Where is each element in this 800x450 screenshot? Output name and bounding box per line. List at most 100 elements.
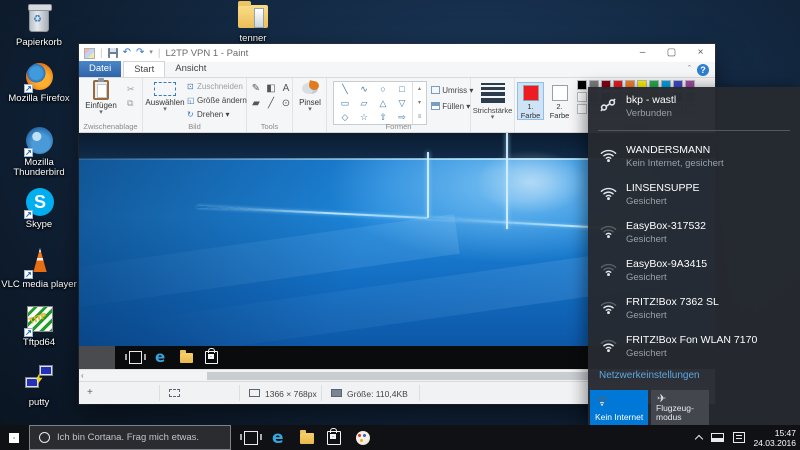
color-picker-icon[interactable]: ╱ (264, 97, 278, 111)
desktop-icon-tftpd64[interactable]: ↗ Tftpd64 (1, 304, 77, 348)
icon-label: Skype (1, 220, 77, 230)
cortana-search-input[interactable]: Ich bin Cortana. Frag mich etwas. (29, 425, 231, 450)
shape-tool-icon[interactable]: ∿ (355, 82, 373, 96)
task-view-icon (129, 351, 142, 364)
image-dimensions: 1366 × 768px (265, 389, 317, 399)
brushes-button[interactable]: Pinsel▾ (290, 80, 330, 113)
copy-icon[interactable]: ⧉ (127, 98, 133, 108)
icon-label: Mozilla Thunderbird (1, 158, 77, 178)
cursor-position-icon: + (87, 387, 93, 399)
hero-beam (197, 206, 427, 219)
taskbar-clock[interactable]: 15:47 24.03.2016 (753, 428, 796, 448)
edge-taskbar-button[interactable]: e (272, 431, 286, 445)
desktop-icon-skype[interactable]: S↗ Skype (1, 186, 77, 230)
putty-icon (39, 365, 53, 376)
wifi-network-item[interactable]: FRITZ!Box Fon WLAN 7170Gesichert (588, 333, 800, 371)
shape-tool-icon[interactable]: ▱ (355, 96, 373, 110)
stroke-button[interactable]: Strichstärke▾ (471, 106, 514, 121)
tab-datei[interactable]: Datei (79, 61, 121, 77)
rotate-button[interactable]: ↻Drehen ▾ (187, 110, 230, 119)
select-button[interactable]: Auswählen▾ (145, 80, 185, 113)
search-placeholder: Ich bin Cortana. Frag mich etwas. (57, 432, 199, 443)
ribbon-collapse-icon[interactable]: ˆ (688, 64, 691, 74)
fill-icon[interactable]: ◧ (264, 82, 278, 96)
redo-icon[interactable]: ↷ (136, 48, 144, 58)
icon-label: Tftpd64 (1, 338, 77, 348)
desktop-icon-firefox[interactable]: ↗ Mozilla Firefox (1, 60, 77, 104)
desktop-icon-thunderbird[interactable]: ↗ Mozilla Thunderbird (1, 124, 77, 178)
help-icon[interactable]: ? (697, 64, 709, 76)
tray-expand-icon[interactable] (695, 435, 703, 443)
paint-taskbar-button[interactable] (356, 431, 370, 445)
color2-button[interactable]: 2.Farbe (546, 82, 573, 120)
store-icon (205, 351, 218, 364)
shortcut-arrow-icon: ↗ (24, 210, 33, 219)
tab-start[interactable]: Start (123, 61, 165, 77)
maximize-button[interactable]: ▢ (657, 44, 686, 62)
shape-tool-icon[interactable]: ▭ (336, 96, 354, 110)
wifi-network-item[interactable]: EasyBox-317532Gesichert (588, 219, 800, 257)
undo-icon[interactable]: ↶ (123, 48, 131, 58)
crop-button[interactable]: ⊡Zuschneiden (187, 82, 243, 91)
airplane-mode-button[interactable]: ✈ Flugzeug-modus (651, 390, 709, 425)
wifi-network-item[interactable]: WANDERSMANNKein Internet, gesichert (588, 143, 800, 181)
minimize-button[interactable]: – (628, 44, 657, 62)
close-button[interactable]: × (686, 44, 715, 62)
desktop: ♻ Papierkorb ↗ Mozilla Firefox ↗ Mozilla… (0, 0, 800, 450)
desktop-icon-vlc[interactable]: ↗ VLC media player (1, 246, 77, 290)
shape-tool-icon[interactable]: ╲ (336, 82, 354, 96)
task-view-button[interactable] (244, 431, 258, 445)
action-center-icon[interactable] (733, 432, 745, 443)
group-shapes: ╲∿○□▭▱△▽◇☆⇧⇨ ▴▾≡ Umriss ▾ Füllen ▾ Forme… (327, 78, 471, 132)
shape-tool-icon[interactable]: □ (393, 82, 411, 96)
taskbar: Ich bin Cortana. Frag mich etwas. e 15:4… (0, 425, 800, 450)
no-internet-button[interactable]: Kein Internet (590, 390, 648, 425)
paste-icon (93, 80, 109, 100)
vpn-icon (599, 96, 617, 114)
color1-swatch (523, 85, 539, 101)
fill-button[interactable]: Füllen ▾ (431, 102, 470, 111)
color2-swatch (552, 85, 568, 101)
qat-customize-icon[interactable]: ▾ (149, 50, 153, 56)
shape-tool-icon[interactable]: ▽ (393, 96, 411, 110)
wifi-network-item[interactable]: FRITZ!Box 7362 SLGesichert (588, 295, 800, 333)
divider (598, 130, 790, 131)
crop-icon: ⊡ (187, 82, 197, 91)
wifi-icon (599, 260, 618, 279)
resize-button[interactable]: ◱Größe ändern (187, 96, 247, 105)
pencil-icon[interactable]: ✎ (249, 82, 263, 96)
group-stroke: Strichstärke▾ (471, 78, 515, 132)
connected-network-item[interactable]: bkp - wastl Verbunden (588, 93, 800, 131)
cortana-icon (39, 432, 50, 443)
start-button[interactable] (0, 425, 28, 450)
tab-ansicht[interactable]: Ansicht (165, 61, 216, 77)
paste-button[interactable]: Einfügen▾ (81, 80, 121, 116)
cut-icon[interactable]: ✂ (127, 84, 135, 94)
hero-window-line (506, 133, 508, 229)
paint-title-bar[interactable]: | ↶ ↷ ▾ | L2TP VPN 1 - Paint – ▢ × (79, 44, 715, 62)
file-explorer-taskbar-button[interactable] (300, 433, 314, 444)
eraser-icon[interactable]: ▰ (249, 97, 263, 111)
icon-label: putty (1, 398, 77, 408)
store-taskbar-button[interactable] (327, 431, 341, 445)
palette-color-swatch[interactable] (577, 80, 587, 90)
wifi-network-item[interactable]: LINSENSUPPEGesichert (588, 181, 800, 219)
desktop-icon-recycle-bin[interactable]: ♻ Papierkorb (1, 4, 77, 48)
color1-button[interactable]: 1.Farbe (517, 82, 544, 120)
palette-color-swatch[interactable] (577, 92, 587, 102)
shapes-scrollbar[interactable]: ▴▾≡ (412, 82, 426, 124)
save-icon[interactable] (108, 48, 118, 58)
shape-tool-icon[interactable]: ○ (374, 82, 392, 96)
desktop-icon-tenner-folder[interactable]: tenner (215, 2, 291, 44)
tray-network-icon[interactable] (711, 433, 724, 442)
outline-button[interactable]: Umriss ▾ (431, 86, 473, 95)
clock-time: 15:47 (753, 428, 796, 438)
palette-empty-swatch[interactable] (577, 104, 587, 114)
wifi-icon (599, 336, 618, 355)
desktop-icon-putty[interactable]: putty (1, 364, 77, 408)
hero-window-line (427, 152, 429, 218)
shape-tool-icon[interactable]: △ (374, 96, 392, 110)
network-settings-link[interactable]: Netzwerkeinstellungen (599, 370, 700, 381)
icon-label: Papierkorb (1, 38, 77, 48)
wifi-network-item[interactable]: EasyBox-9A3415Gesichert (588, 257, 800, 295)
